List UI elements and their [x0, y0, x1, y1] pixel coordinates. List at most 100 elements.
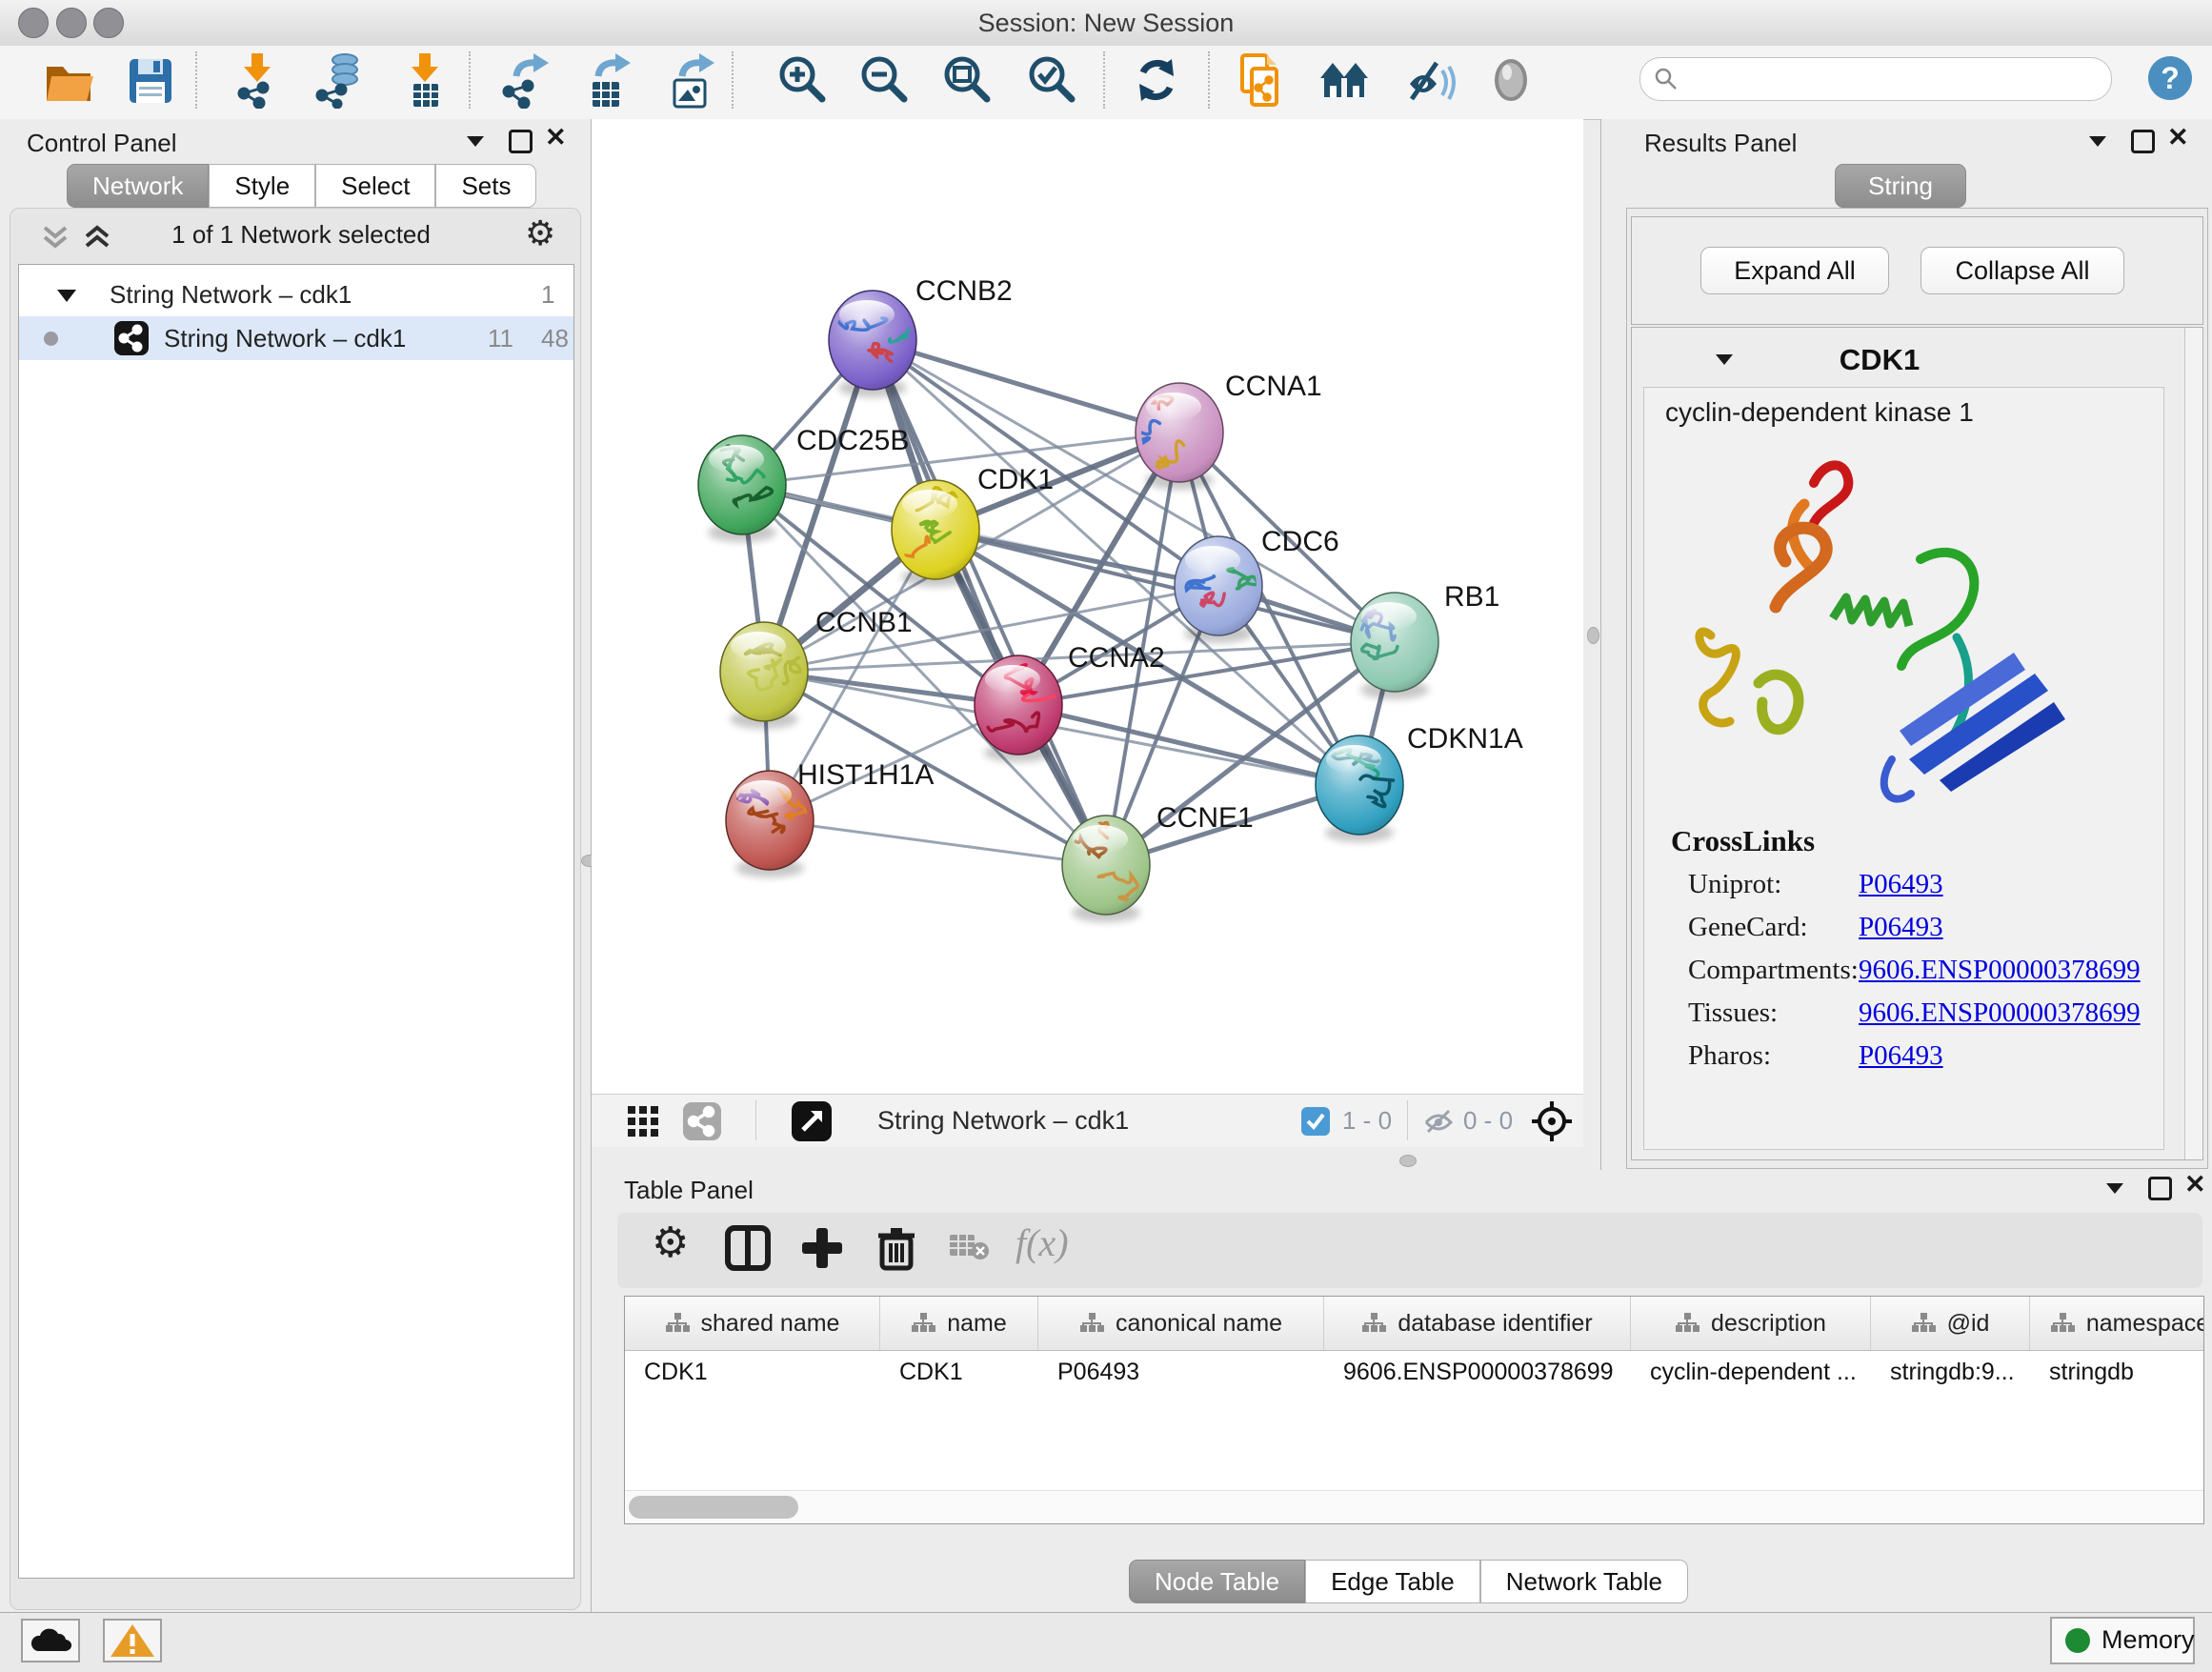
results-panel-float-icon[interactable] [2131, 130, 2155, 153]
title-bar: Session: New Session [0, 0, 2212, 47]
node-RB1[interactable]: RB1 [1351, 581, 1499, 699]
crosslink-link[interactable]: 9606.ENSP00000378699 [1859, 955, 2141, 986]
refresh-icon[interactable] [1130, 51, 1183, 109]
zoom-fit-icon[interactable] [939, 51, 993, 109]
tab-network[interactable]: Network [67, 164, 209, 208]
table-scrollbar-thumb[interactable] [629, 1496, 798, 1519]
collapse-all-button[interactable]: Collapse All [1920, 247, 2124, 294]
tab-sets[interactable]: Sets [435, 164, 536, 208]
zoom-out-icon[interactable] [856, 51, 910, 109]
right-splitter-handle[interactable] [1587, 627, 1599, 644]
collection-expand-icon[interactable] [57, 290, 76, 302]
cloud-button[interactable] [21, 1619, 80, 1662]
horizontal-splitter-handle[interactable] [1399, 1155, 1417, 1167]
control-panel-float-icon[interactable] [509, 130, 533, 153]
selected-checkbox-icon[interactable] [1301, 1107, 1330, 1136]
table-row[interactable]: CDK1CDK1P064939606.ENSP00000378699cyclin… [625, 1351, 2203, 1395]
tab-network-table[interactable]: Network Table [1480, 1560, 1688, 1603]
export-image-icon[interactable] [665, 51, 718, 109]
column-header-canonical-name[interactable]: canonical name [1038, 1297, 1324, 1350]
crosslink-link[interactable]: 9606.ENSP00000378699 [1859, 997, 2141, 1029]
table-options-gear-icon[interactable]: ⚙ [652, 1219, 689, 1270]
node-CDK1[interactable]: CDK1 [882, 464, 1054, 587]
column-header-name[interactable]: name [880, 1297, 1038, 1350]
table-horizontal-scrollbar[interactable] [625, 1490, 2203, 1523]
table-panel-close-icon[interactable]: ✕ [2184, 1174, 2206, 1195]
column-header-namespace[interactable]: namespace [2030, 1297, 2204, 1350]
table-panel-float-icon[interactable] [2148, 1177, 2172, 1200]
create-column-plus-icon[interactable] [798, 1224, 846, 1276]
table-cell: stringdb [2030, 1351, 2204, 1395]
node-CCNA2[interactable]: CCNA2 [975, 642, 1165, 762]
crosslink-link[interactable]: P06493 [1859, 912, 1943, 943]
import-network-icon[interactable] [231, 51, 284, 109]
control-panel-menu-icon[interactable] [467, 136, 484, 147]
node-CDC6[interactable]: CDC6 [1175, 526, 1339, 643]
edge-HIST1H1A-CCNE1[interactable] [770, 820, 1106, 865]
node-CCNE1[interactable]: CCNE1 [1062, 802, 1254, 922]
results-panel-menu-icon[interactable] [2089, 136, 2106, 147]
expand-all-networks-icon[interactable] [81, 224, 113, 257]
open-in-window-icon[interactable] [792, 1101, 832, 1141]
help-icon[interactable]: ? [2145, 53, 2199, 111]
memory-button[interactable]: Memory [2050, 1617, 2195, 1664]
network-collection-row[interactable]: String Network – cdk1 1 [19, 272, 573, 316]
birds-eye-grid-icon[interactable] [626, 1104, 660, 1143]
open-session-icon[interactable] [42, 51, 95, 109]
results-scrollbar[interactable] [2184, 328, 2202, 1159]
fit-selected-crosshair-icon[interactable] [1530, 1099, 1574, 1148]
show-columns-icon[interactable] [724, 1224, 772, 1276]
hidden-eye-icon[interactable] [1422, 1107, 1455, 1140]
clone-network-icon[interactable] [1235, 51, 1288, 109]
node-label-CDKN1A: CDKN1A [1407, 723, 1523, 755]
node-CDKN1A[interactable]: CDKN1A [1306, 723, 1522, 842]
zoom-selected-icon[interactable] [1024, 51, 1077, 109]
import-table-icon[interactable] [398, 51, 452, 109]
control-panel-title: Control Panel [27, 129, 177, 158]
export-network-icon[interactable] [499, 51, 553, 109]
crosslink-link[interactable]: P06493 [1859, 1040, 1943, 1072]
column-header-description[interactable]: description [1631, 1297, 1871, 1350]
collapse-all-networks-icon[interactable] [39, 224, 71, 257]
tab-edge-table[interactable]: Edge Table [1305, 1560, 1480, 1603]
network-selection-status: 1 of 1 Network selected [125, 220, 477, 250]
save-session-icon[interactable] [124, 51, 177, 109]
warnings-button[interactable] [103, 1619, 162, 1662]
crosslink-label: GeneCard: [1688, 912, 1808, 943]
edge-CCNA2-CDKN1A[interactable] [1018, 705, 1359, 785]
delete-column-trash-icon[interactable] [873, 1224, 920, 1276]
network-options-gear-icon[interactable]: ⚙ [525, 216, 555, 251]
results-panel-close-icon[interactable]: ✕ [2167, 127, 2189, 148]
import-database-icon[interactable] [312, 51, 366, 109]
expand-all-button[interactable]: Expand All [1700, 247, 1889, 294]
column-header-@id[interactable]: @id [1871, 1297, 2030, 1350]
function-builder-icon[interactable]: f(x) [1016, 1220, 1069, 1272]
crosslink-link[interactable]: P06493 [1859, 869, 1943, 900]
show-eye-icon[interactable] [1484, 51, 1538, 109]
cdk1-collapse-icon[interactable] [1716, 354, 1733, 365]
delete-table-icon[interactable] [949, 1232, 991, 1283]
tab-string[interactable]: String [1835, 164, 1966, 208]
tab-node-table[interactable]: Node Table [1129, 1560, 1305, 1603]
control-panel-close-icon[interactable]: ✕ [545, 127, 567, 148]
column-header-shared-name[interactable]: shared name [625, 1297, 880, 1350]
network-canvas[interactable]: CCNB2 CCNA1 CDC25B CDK1 CDC6 [592, 119, 1583, 1094]
table-panel-menu-icon[interactable] [2106, 1183, 2123, 1194]
tab-select[interactable]: Select [315, 164, 435, 208]
hide-annotations-icon[interactable] [1402, 51, 1456, 109]
toolbar-divider [755, 1100, 756, 1140]
network-row-selected[interactable]: String Network – cdk1 11 48 [19, 316, 573, 360]
tab-style[interactable]: Style [209, 164, 315, 208]
edge-CCNB2-CCNA1[interactable] [873, 340, 1179, 433]
search-input[interactable] [1690, 62, 2094, 96]
node-CDC25B[interactable]: CDC25B [698, 425, 909, 542]
column-header-database-identifier[interactable]: database identifier [1324, 1297, 1631, 1350]
network-list-box: 1 of 1 Network selected ⚙ String Network… [10, 208, 581, 1610]
zoom-in-icon[interactable] [774, 51, 828, 109]
export-table-icon[interactable] [581, 51, 634, 109]
node-CCNA1[interactable]: CCNA1 [1132, 371, 1321, 490]
string-badge-icon[interactable] [683, 1102, 721, 1140]
node-HIST1H1A[interactable]: HIST1H1A [726, 759, 934, 877]
node-label-RB1: RB1 [1444, 581, 1499, 613]
home-icon[interactable] [1318, 51, 1372, 109]
